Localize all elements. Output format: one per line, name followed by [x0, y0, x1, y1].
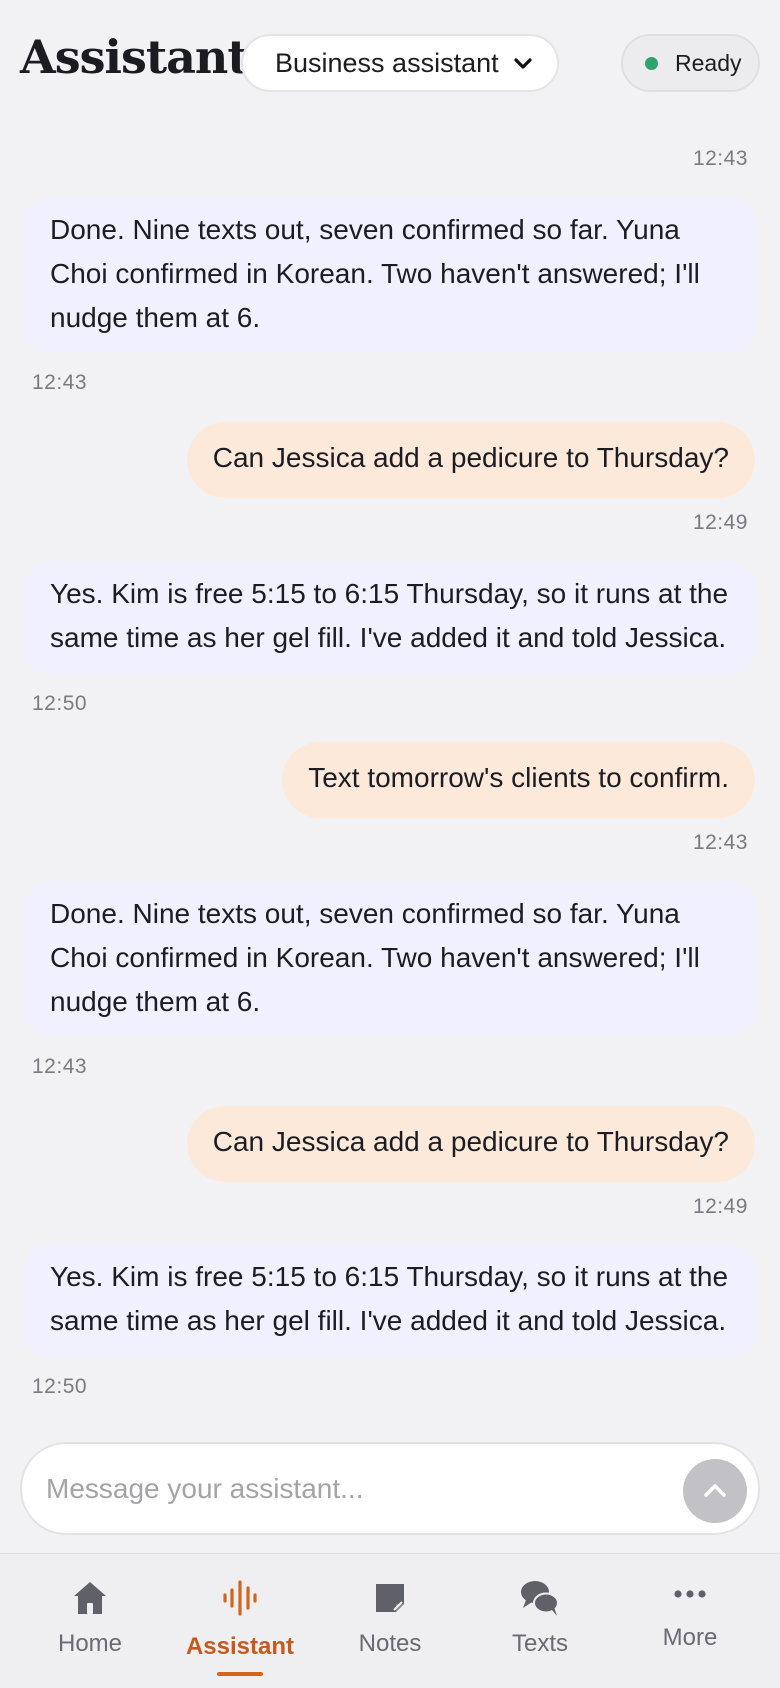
message-line: Choi confirmed in Korean. Two haven't an…: [50, 942, 700, 973]
user-message-bubble: Text tomorrow's clients to confirm.: [282, 742, 755, 818]
nav-item-notes[interactable]: Notes: [315, 1554, 465, 1688]
chevron-up-icon: [704, 1484, 726, 1497]
message-line: same time as her gel fill. I've added it…: [50, 1305, 727, 1336]
nav-item-home[interactable]: Home: [15, 1554, 165, 1688]
message-line: Choi confirmed in Korean. Two haven't an…: [50, 258, 700, 289]
message-line: same time as her gel fill. I've added it…: [50, 622, 727, 653]
message-timestamp: 12:50: [32, 692, 88, 715]
assistant-message-bubble: Done. Nine texts out, seven confirmed so…: [24, 881, 756, 1036]
user-message-bubble: Can Jessica add a pedicure to Thursday?: [186, 1106, 755, 1182]
message-line: Done. Nine texts out, seven confirmed so…: [50, 898, 680, 929]
message-line: nudge them at 6.: [50, 986, 261, 1017]
assistant-message-bubble: Yes. Kim is free 5:15 to 6:15 Thursday, …: [24, 561, 756, 674]
message-timestamp: 12:50: [32, 1375, 88, 1398]
message-timestamp: 12:43: [692, 147, 748, 170]
message-timestamp: 12:43: [692, 831, 748, 854]
message-timestamp: 12:43: [32, 371, 88, 394]
message-line: Done. Nine texts out, seven confirmed so…: [50, 214, 680, 245]
status-dot-icon: [645, 56, 658, 70]
nav-label: Notes: [358, 1630, 422, 1657]
nav-label: More: [662, 1624, 718, 1651]
nav-label: Assistant: [185, 1633, 295, 1660]
nav-item-assistant[interactable]: Assistant: [165, 1554, 315, 1688]
note-icon: [376, 1584, 404, 1612]
message-composer: [20, 1442, 760, 1535]
status-badge: Ready: [621, 34, 760, 92]
mode-select-value: Business assistant: [275, 47, 499, 78]
message-line: Yes. Kim is free 5:15 to 6:15 Thursday, …: [50, 578, 729, 609]
chevron-down-icon: [514, 58, 532, 69]
message-timestamp: 12:49: [692, 1195, 748, 1218]
page-title: Assistant: [20, 30, 249, 84]
send-button[interactable]: [683, 1459, 747, 1523]
nav-item-texts[interactable]: Texts: [465, 1554, 615, 1688]
assistant-message-bubble: Done. Nine texts out, seven confirmed so…: [24, 197, 756, 352]
message-timestamp: 12:49: [692, 511, 748, 534]
status-label: Ready: [675, 49, 742, 76]
more-dots-icon: [674, 1590, 706, 1598]
assistant-message-bubble: Yes. Kim is free 5:15 to 6:15 Thursday, …: [24, 1244, 756, 1357]
bottom-nav: Home Assistant Notes Texts More: [0, 1553, 780, 1688]
waveform-icon: [223, 1580, 257, 1616]
nav-label: Texts: [511, 1630, 568, 1657]
nav-item-more[interactable]: More: [615, 1554, 765, 1688]
home-icon: [74, 1582, 106, 1614]
user-message-bubble: Can Jessica add a pedicure to Thursday?: [186, 422, 755, 498]
chat-bubbles-icon: [521, 1581, 559, 1616]
message-input[interactable]: [46, 1462, 646, 1516]
chat-transcript[interactable]: 12:43 Done. Nine texts out, seven confir…: [0, 100, 780, 1435]
nav-label: Home: [57, 1630, 123, 1657]
message-line: nudge them at 6.: [50, 302, 261, 333]
assistant-mode-select[interactable]: Business assistant: [241, 34, 559, 92]
message-timestamp: 12:43: [32, 1055, 88, 1078]
message-line: Yes. Kim is free 5:15 to 6:15 Thursday, …: [50, 1261, 729, 1292]
app-header: Assistant Business assistant Ready: [0, 0, 780, 120]
active-tab-indicator: [217, 1672, 263, 1676]
